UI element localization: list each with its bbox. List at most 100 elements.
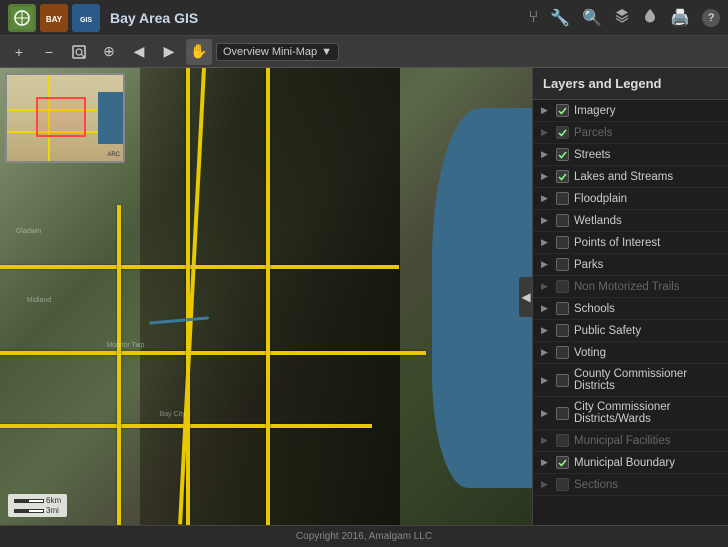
- help-icon[interactable]: ?: [702, 9, 720, 27]
- layer-checkbox-munfac[interactable]: [556, 434, 569, 447]
- layer-checkbox-sections[interactable]: [556, 478, 569, 491]
- app-title: Bay Area GIS: [110, 10, 198, 26]
- road-h-1: [0, 265, 399, 269]
- layers-panel-title: Layers and Legend: [533, 68, 728, 100]
- layer-expand-publicsafety[interactable]: ▶: [541, 325, 551, 336]
- wrench-icon[interactable]: 🔧: [550, 8, 570, 28]
- layer-label-nonmotor: Non Motorized Trails: [574, 281, 720, 293]
- zoom-fit-button[interactable]: [66, 39, 92, 65]
- layer-label-county: County Commissioner Districts: [574, 368, 720, 392]
- layer-checkbox-lakes[interactable]: [556, 170, 569, 183]
- layer-expand-city[interactable]: ▶: [541, 408, 551, 419]
- layer-expand-parks[interactable]: ▶: [541, 259, 551, 270]
- layer-label-floodplain: Floodplain: [574, 193, 720, 205]
- next-extent-button[interactable]: ▶: [156, 39, 182, 65]
- layer-checkbox-schools[interactable]: [556, 302, 569, 315]
- layer-label-munfac: Municipal Facilities: [574, 435, 720, 447]
- pan-button[interactable]: ✋: [186, 39, 212, 65]
- layer-item-voting[interactable]: ▶ Voting: [533, 342, 728, 364]
- layer-item-schools[interactable]: ▶ Schools: [533, 298, 728, 320]
- map-container[interactable]: Mt Forest Gladwin Midland Monitor Twp Ba…: [0, 68, 532, 525]
- layer-item-nonmotor[interactable]: ▶ Non Motorized Trails: [533, 276, 728, 298]
- footer: Copyright 2016, Amalgam LLC: [0, 525, 728, 547]
- layer-expand-county[interactable]: ▶: [541, 375, 551, 386]
- layer-expand-munfac[interactable]: ▶: [541, 435, 551, 446]
- svg-text:BAY: BAY: [46, 15, 63, 24]
- layer-expand-parcels[interactable]: ▶: [541, 127, 551, 138]
- layer-checkbox-nonmotor[interactable]: [556, 280, 569, 293]
- layer-item-publicsafety[interactable]: ▶ Public Safety: [533, 320, 728, 342]
- scale-bar: 6km 3mi: [8, 494, 67, 517]
- road-v-2: [266, 68, 270, 525]
- layers-panel: Layers and Legend ▶ Imagery ▶ Parcels ▶Stree…: [532, 68, 728, 525]
- layer-checkbox-parcels[interactable]: [556, 126, 569, 139]
- layer-item-parks[interactable]: ▶ Parks: [533, 254, 728, 276]
- layer-label-publicsafety: Public Safety: [574, 325, 720, 337]
- zoom-out-button[interactable]: −: [36, 39, 62, 65]
- layer-expand-imagery[interactable]: ▶: [541, 105, 551, 116]
- search-icon[interactable]: 🔍: [582, 8, 602, 28]
- layer-item-poi[interactable]: ▶Points of Interest: [533, 232, 728, 254]
- layer-expand-schools[interactable]: ▶: [541, 303, 551, 314]
- layer-item-city[interactable]: ▶ City Commissioner Districts/Wards: [533, 397, 728, 430]
- layer-checkbox-streets[interactable]: [556, 148, 569, 161]
- header-toolbar: ⑂ 🔧 🔍 🖨️ ?: [529, 7, 720, 28]
- layer-item-sections[interactable]: ▶ Sections: [533, 474, 728, 496]
- lake-michigan: [432, 108, 532, 488]
- layer-checkbox-wetlands[interactable]: [556, 214, 569, 227]
- layer-expand-sections[interactable]: ▶: [541, 479, 551, 490]
- layer-label-parks: Parks: [574, 259, 720, 271]
- layer-expand-lakes[interactable]: ▶: [541, 171, 551, 182]
- layer-expand-voting[interactable]: ▶: [541, 347, 551, 358]
- layer-checkbox-publicsafety[interactable]: [556, 324, 569, 337]
- zoom-in-button[interactable]: +: [6, 39, 32, 65]
- droplet-icon[interactable]: [642, 7, 658, 28]
- full-extent-button[interactable]: ⊕: [96, 39, 122, 65]
- layer-label-voting: Voting: [574, 347, 720, 359]
- layer-item-parcels[interactable]: ▶ Parcels: [533, 122, 728, 144]
- logo-3: GIS: [72, 4, 100, 32]
- layer-checkbox-floodplain[interactable]: [556, 192, 569, 205]
- prev-extent-button[interactable]: ◀: [126, 39, 152, 65]
- map-toolbar: + − ⊕ ◀ ▶ ✋ Overview Mini-Map ▼: [0, 36, 728, 68]
- logo-2: BAY: [40, 4, 68, 32]
- layer-label-schools: Schools: [574, 303, 720, 315]
- print-icon[interactable]: 🖨️: [670, 8, 690, 28]
- layer-checkbox-city[interactable]: [556, 407, 569, 420]
- layer-checkbox-parks[interactable]: [556, 258, 569, 271]
- layer-expand-poi[interactable]: ▶: [541, 237, 551, 248]
- layer-checkbox-imagery[interactable]: [556, 104, 569, 117]
- road-h-2: [0, 351, 426, 355]
- layer-label-imagery: Imagery: [574, 105, 720, 117]
- logo-group: BAY GIS: [8, 4, 100, 32]
- layer-label-parcels: Parcels: [574, 127, 720, 139]
- layer-item-munfac[interactable]: ▶ Municipal Facilities: [533, 430, 728, 452]
- layer-expand-wetlands[interactable]: ▶: [541, 215, 551, 226]
- layer-item-wetlands[interactable]: ▶ Wetlands: [533, 210, 728, 232]
- layer-item-floodplain[interactable]: ▶ Floodplain: [533, 188, 728, 210]
- fork-icon[interactable]: ⑂: [529, 9, 539, 27]
- layer-label-lakes: Lakes and Streams: [574, 171, 720, 183]
- overview-minimap: ARC: [5, 73, 125, 163]
- layer-label-sections: Sections: [574, 479, 720, 491]
- layer-label-munbound: Municipal Boundary: [574, 457, 720, 469]
- layer-item-county[interactable]: ▶ County Commissioner Districts: [533, 364, 728, 397]
- dropdown-arrow-icon: ▼: [321, 46, 332, 58]
- layer-expand-streets[interactable]: ▶: [541, 149, 551, 160]
- layers-icon[interactable]: [614, 7, 630, 28]
- layer-label-city: City Commissioner Districts/Wards: [574, 401, 720, 425]
- layer-expand-floodplain[interactable]: ▶: [541, 193, 551, 204]
- layer-item-munbound[interactable]: ▶ Municipal Boundary: [533, 452, 728, 474]
- layer-label-wetlands: Wetlands: [574, 215, 720, 227]
- layer-checkbox-munbound[interactable]: [556, 456, 569, 469]
- layer-checkbox-voting[interactable]: [556, 346, 569, 359]
- layer-checkbox-county[interactable]: [556, 374, 569, 387]
- layer-expand-munbound[interactable]: ▶: [541, 457, 551, 468]
- layer-expand-nonmotor[interactable]: ▶: [541, 281, 551, 292]
- layer-item-lakes[interactable]: ▶ Lakes and Streams: [533, 166, 728, 188]
- layer-item-streets[interactable]: ▶Streets: [533, 144, 728, 166]
- layer-checkbox-poi[interactable]: [556, 236, 569, 249]
- panel-collapse-button[interactable]: ◀: [519, 277, 532, 317]
- overview-minimap-dropdown[interactable]: Overview Mini-Map ▼: [216, 43, 339, 61]
- layer-item-imagery[interactable]: ▶ Imagery: [533, 100, 728, 122]
